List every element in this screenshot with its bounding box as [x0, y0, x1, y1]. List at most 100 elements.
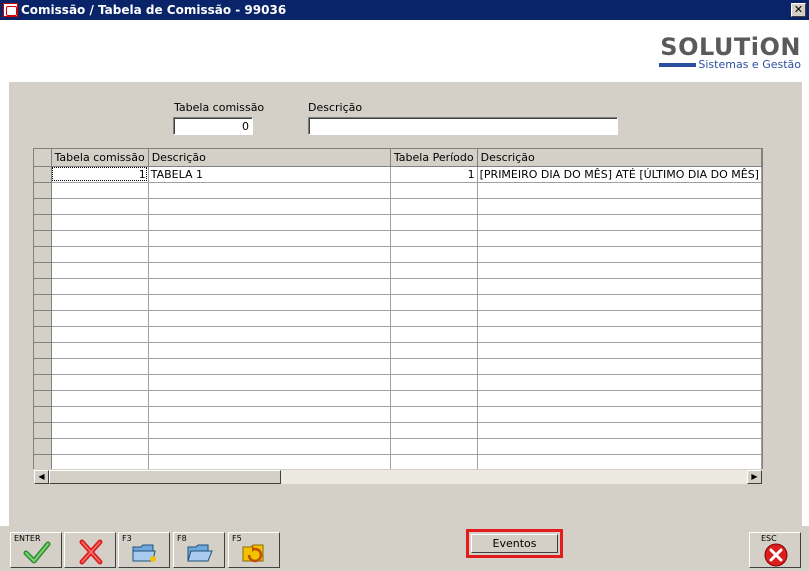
cell-tabela-comissao[interactable] [51, 342, 149, 359]
cell-tabela-periodo[interactable] [390, 406, 478, 423]
cell-tabela-periodo[interactable] [390, 390, 478, 407]
cell-descricao-periodo[interactable] [477, 198, 762, 215]
cell-tabela-periodo[interactable] [390, 342, 478, 359]
row-indicator[interactable] [34, 326, 52, 343]
cell-descricao[interactable] [148, 262, 391, 279]
cell-tabela-comissao[interactable] [51, 358, 149, 375]
eventos-button[interactable]: Eventos [466, 529, 563, 558]
cell-descricao-periodo[interactable] [477, 230, 762, 247]
descricao-field[interactable] [308, 117, 618, 135]
scroll-thumb[interactable] [49, 470, 281, 484]
col-header-descricao-periodo[interactable]: Descrição [477, 149, 762, 167]
cell-tabela-comissao[interactable] [51, 374, 149, 391]
cell-tabela-comissao[interactable] [51, 262, 149, 279]
cell-tabela-comissao[interactable] [51, 246, 149, 263]
cell-descricao[interactable] [148, 278, 391, 295]
cell-tabela-comissao[interactable] [51, 214, 149, 231]
cell-tabela-comissao[interactable] [51, 390, 149, 407]
cell-descricao-periodo[interactable]: [PRIMEIRO DIA DO MÊS] ATÉ [ÚLTIMO DIA DO… [477, 166, 762, 183]
cell-tabela-comissao[interactable] [51, 294, 149, 311]
cell-tabela-periodo[interactable] [390, 454, 478, 471]
cell-descricao[interactable] [148, 342, 391, 359]
cell-descricao-periodo[interactable] [477, 214, 762, 231]
cell-tabela-periodo[interactable] [390, 310, 478, 327]
cell-descricao-periodo[interactable] [477, 246, 762, 263]
f5-refresh-button[interactable]: F5 [228, 532, 280, 568]
cell-tabela-periodo[interactable] [390, 278, 478, 295]
f8-open-button[interactable]: F8 [173, 532, 225, 568]
cell-tabela-periodo[interactable] [390, 182, 478, 199]
table-row[interactable] [34, 342, 762, 359]
cell-descricao[interactable] [148, 310, 391, 327]
row-indicator[interactable] [34, 406, 52, 423]
cell-descricao-periodo[interactable] [477, 278, 762, 295]
cell-descricao[interactable] [148, 358, 391, 375]
row-indicator[interactable] [34, 310, 52, 327]
row-indicator[interactable] [34, 374, 52, 391]
cell-tabela-comissao[interactable] [51, 182, 149, 199]
col-header-tabela-comissao[interactable]: Tabela comissão [51, 149, 149, 167]
cell-tabela-periodo[interactable]: 1 [390, 166, 478, 183]
row-indicator[interactable] [34, 166, 52, 183]
cell-tabela-comissao[interactable]: 1 [51, 166, 149, 183]
cell-descricao[interactable] [148, 390, 391, 407]
cell-descricao-periodo[interactable] [477, 326, 762, 343]
cell-tabela-comissao[interactable] [51, 438, 149, 455]
row-indicator[interactable] [34, 342, 52, 359]
cell-tabela-periodo[interactable] [390, 230, 478, 247]
table-row[interactable] [34, 326, 762, 343]
cell-tabela-comissao[interactable] [51, 406, 149, 423]
table-row[interactable] [34, 198, 762, 215]
table-row[interactable] [34, 438, 762, 455]
row-indicator[interactable] [34, 422, 52, 439]
cell-tabela-periodo[interactable] [390, 326, 478, 343]
esc-close-button[interactable]: ESC [749, 532, 801, 568]
row-indicator[interactable] [34, 214, 52, 231]
row-indicator[interactable] [34, 438, 52, 455]
comissao-grid[interactable]: Tabela comissão Descrição Tabela Período… [33, 148, 763, 484]
row-indicator[interactable] [34, 246, 52, 263]
row-indicator[interactable] [34, 262, 52, 279]
cell-descricao-periodo[interactable] [477, 342, 762, 359]
table-row[interactable] [34, 422, 762, 439]
cancel-button[interactable] [64, 532, 116, 568]
cell-tabela-comissao[interactable] [51, 278, 149, 295]
scroll-right-icon[interactable]: ▶ [747, 470, 762, 484]
cell-descricao-periodo[interactable] [477, 422, 762, 439]
row-indicator[interactable] [34, 454, 52, 471]
tabela-comissao-field[interactable]: 0 [173, 117, 253, 135]
cell-tabela-comissao[interactable] [51, 198, 149, 215]
cell-descricao[interactable] [148, 182, 391, 199]
cell-descricao[interactable] [148, 422, 391, 439]
cell-descricao[interactable] [148, 438, 391, 455]
table-row[interactable] [34, 374, 762, 391]
cell-tabela-periodo[interactable] [390, 294, 478, 311]
cell-tabela-periodo[interactable] [390, 198, 478, 215]
row-indicator[interactable] [34, 358, 52, 375]
confirm-button[interactable]: ENTER [10, 532, 62, 568]
cell-descricao[interactable] [148, 374, 391, 391]
table-row[interactable] [34, 390, 762, 407]
table-row[interactable]: 1 TABELA 1 1 [PRIMEIRO DIA DO MÊS] ATÉ [… [34, 166, 762, 183]
cell-descricao-periodo[interactable] [477, 406, 762, 423]
row-indicator[interactable] [34, 294, 52, 311]
table-row[interactable] [34, 294, 762, 311]
cell-tabela-comissao[interactable] [51, 422, 149, 439]
row-indicator[interactable] [34, 182, 52, 199]
table-row[interactable] [34, 182, 762, 199]
f3-new-button[interactable]: F3 [118, 532, 170, 568]
cell-descricao[interactable] [148, 406, 391, 423]
cell-tabela-periodo[interactable] [390, 374, 478, 391]
cell-descricao-periodo[interactable] [477, 294, 762, 311]
row-indicator[interactable] [34, 390, 52, 407]
table-row[interactable] [34, 214, 762, 231]
cell-descricao[interactable] [148, 326, 391, 343]
cell-descricao[interactable] [148, 246, 391, 263]
table-row[interactable] [34, 310, 762, 327]
cell-tabela-comissao[interactable] [51, 326, 149, 343]
col-header-tabela-periodo[interactable]: Tabela Período [390, 149, 478, 167]
cell-tabela-comissao[interactable] [51, 230, 149, 247]
row-indicator[interactable] [34, 230, 52, 247]
cell-descricao-periodo[interactable] [477, 310, 762, 327]
cell-tabela-comissao[interactable] [51, 310, 149, 327]
